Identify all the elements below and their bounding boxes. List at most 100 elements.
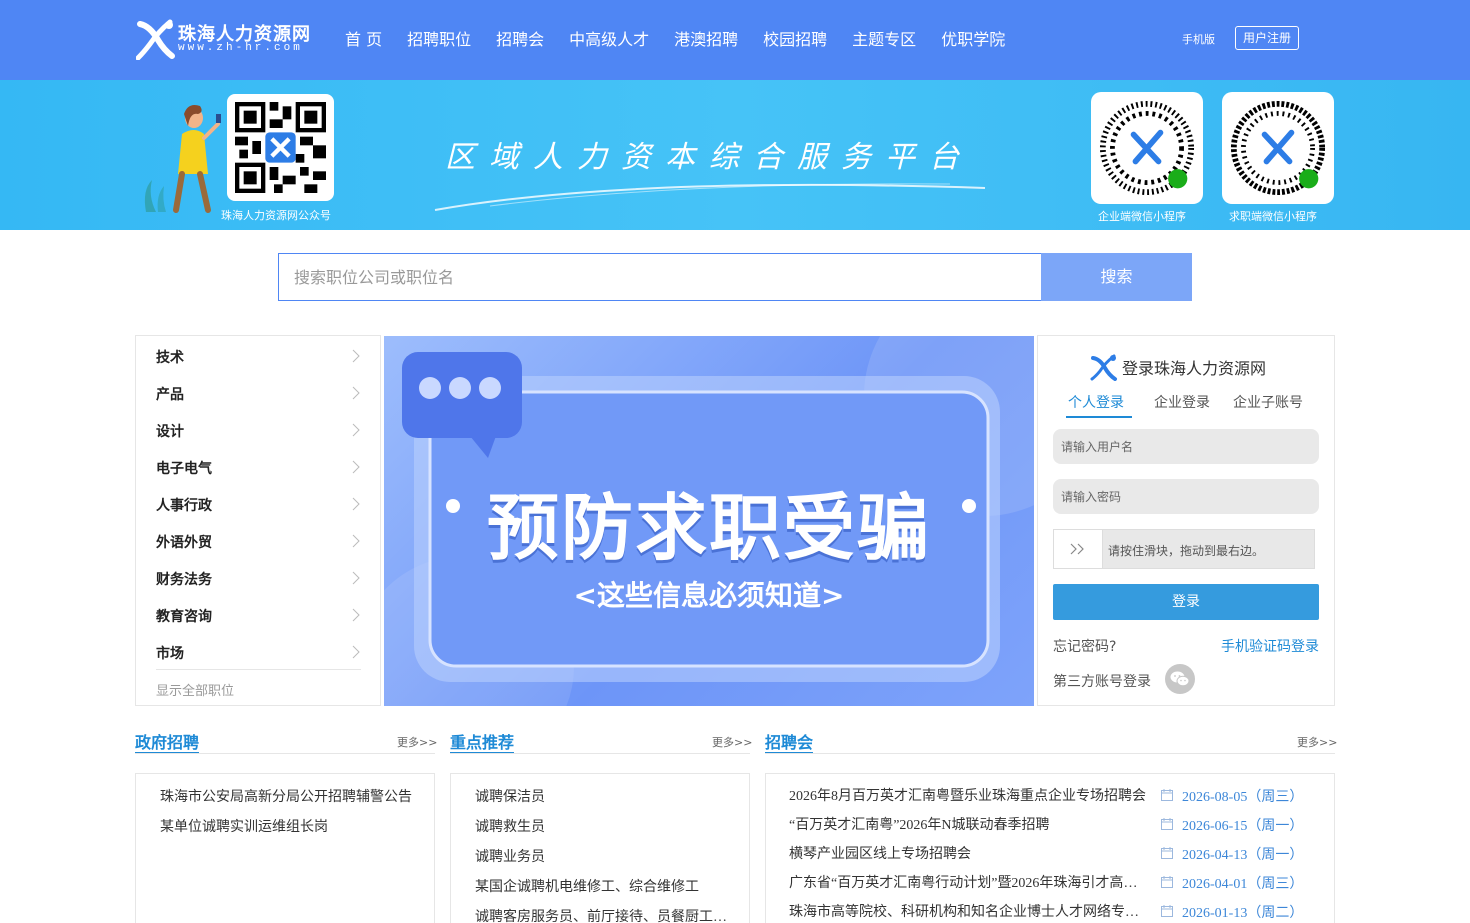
category-label: 外语外贸	[156, 535, 212, 551]
job-fairs-title[interactable]: 招聘会	[765, 729, 813, 753]
search-button[interactable]: 搜索	[1041, 253, 1192, 301]
category-tech[interactable]: 技术	[156, 347, 361, 367]
job-fairs-more-link[interactable]: 更多>>	[1297, 734, 1337, 750]
list-item[interactable]: 广东省“百万英才汇南粤行动计划”暨2026年珠海引才高校毕业生专场	[789, 872, 1139, 892]
fair-date: 2026-04-01（周三）	[1161, 873, 1303, 893]
banner-slogan: 区域人力资本综合服务平台	[445, 140, 973, 175]
tab-company-login[interactable]: 企业登录	[1154, 392, 1210, 412]
category-design[interactable]: 设计	[156, 421, 361, 441]
gov-recruit-title[interactable]: 政府招聘	[135, 729, 199, 753]
promo-subtitle: <这些信息必须知道>	[573, 579, 845, 612]
category-label: 市场	[156, 646, 184, 662]
login-logo-icon	[1090, 354, 1117, 381]
chevron-right-icon	[352, 460, 360, 474]
nav-academy[interactable]: 优职学院	[941, 26, 1005, 50]
chevron-right-icon	[352, 423, 360, 437]
nav-job-fairs[interactable]: 招聘会	[496, 26, 544, 50]
featured-more-link[interactable]: 更多>>	[712, 734, 752, 750]
chevron-right-icon	[352, 386, 360, 400]
nav-hk-macau[interactable]: 港澳招聘	[674, 26, 738, 50]
tab-sub-account-login[interactable]: 企业子账号	[1233, 392, 1303, 412]
nav-jobs[interactable]: 招聘职位	[407, 26, 471, 50]
fair-date-text: 2026-08-05（周三）	[1182, 790, 1304, 805]
fair-date: 2026-01-13（周二）	[1161, 902, 1304, 922]
nav-campus[interactable]: 校园招聘	[763, 26, 827, 50]
category-divider	[156, 669, 361, 670]
seeker-miniprogram-caption: 求职端微信小程序	[1229, 210, 1317, 223]
calendar-icon	[1161, 789, 1173, 801]
list-item[interactable]: 某国企诚聘机电维修工、综合维修工	[475, 876, 731, 896]
gov-recruit-more-link[interactable]: 更多>>	[397, 734, 437, 750]
login-submit-button[interactable]: 登录	[1053, 584, 1319, 620]
calendar-icon	[1161, 818, 1173, 830]
category-label: 教育咨询	[156, 609, 212, 625]
main-nav: 首 页 招聘职位 招聘会 中高级人才 港澳招聘 校园招聘 主题专区 优职学院	[345, 26, 1030, 50]
category-foreign-trade[interactable]: 外语外贸	[156, 532, 361, 552]
fair-date-text: 2026-01-13（周二）	[1182, 906, 1304, 921]
category-label: 人事行政	[156, 498, 212, 514]
chevron-right-icon	[352, 497, 360, 511]
forgot-password-link[interactable]: 忘记密码?	[1053, 636, 1116, 656]
list-item[interactable]: 诚聘客房服务员、前厅接待、员餐厨工、洗碗工	[475, 906, 731, 923]
category-label: 技术	[156, 350, 184, 366]
top-header: 珠海人力资源网 www.zh-hr.com 首 页 招聘职位 招聘会 中高级人才…	[0, 0, 1470, 80]
anti-fraud-promo-banner[interactable]: 预防求职受骗 <这些信息必须知道>	[384, 336, 1034, 706]
chevron-right-icon	[352, 534, 360, 548]
calendar-icon	[1161, 905, 1173, 917]
password-input[interactable]	[1053, 479, 1319, 514]
chevron-right-icon	[352, 349, 360, 363]
register-button[interactable]: 用户注册	[1235, 26, 1299, 50]
nav-senior-talent[interactable]: 中高级人才	[569, 26, 649, 50]
chevron-right-icon	[352, 571, 360, 585]
category-label: 产品	[156, 387, 184, 403]
calendar-icon	[1161, 876, 1173, 888]
fair-date-text: 2026-04-13（周一）	[1182, 848, 1304, 863]
qr-code-icon	[235, 102, 326, 193]
list-item[interactable]: 诚聘救生员	[475, 816, 731, 836]
list-item[interactable]: 珠海市高等院校、科研机构和知名企业博士人才网络专场招聘会	[789, 901, 1139, 921]
miniprogram-code-icon	[1230, 100, 1326, 196]
fair-date: 2026-04-13（周一）	[1161, 844, 1304, 864]
wechat-login-icon[interactable]	[1165, 664, 1195, 694]
job-category-menu: 技术 产品 设计 电子电气 人事行政 外语外贸 财务法务 教育咨询 市场 显示全…	[135, 335, 381, 706]
featured-list: 诚聘保洁员 诚聘救生员 诚聘业务员 某国企诚聘机电维修工、综合维修工 诚聘客房服…	[450, 773, 750, 923]
search-input[interactable]	[278, 253, 1042, 301]
tab-personal-login[interactable]: 个人登录	[1068, 392, 1124, 412]
nav-topics[interactable]: 主题专区	[852, 26, 916, 50]
list-item[interactable]: “百万英才汇南粤”2026年N城联动春季招聘	[789, 814, 1147, 834]
list-item[interactable]: 诚聘保洁员	[475, 786, 731, 806]
show-all-jobs-link[interactable]: 显示全部职位	[156, 680, 234, 699]
fair-date-text: 2026-06-15（周一）	[1182, 819, 1304, 834]
username-input[interactable]	[1053, 429, 1319, 464]
list-item[interactable]: 诚聘业务员	[475, 846, 731, 866]
category-hr-admin[interactable]: 人事行政	[156, 495, 361, 515]
site-logo[interactable]: 珠海人力资源网 www.zh-hr.com	[136, 18, 322, 62]
section-rule	[450, 753, 750, 754]
list-item[interactable]: 横琴产业园区线上专场招聘会	[789, 843, 1147, 863]
sms-login-link[interactable]: 手机验证码登录	[1221, 636, 1319, 656]
nav-home[interactable]: 首 页	[345, 26, 382, 50]
list-item[interactable]: 2026年8月百万英才汇南粤暨乐业珠海重点企业专场招聘会	[789, 785, 1147, 805]
category-marketing[interactable]: 市场	[156, 643, 361, 663]
logo-x-icon	[136, 19, 175, 60]
mobile-version-link[interactable]: 手机版	[1182, 31, 1215, 47]
job-fairs-list: 2026年8月百万英才汇南粤暨乐业珠海重点企业专场招聘会 2026-08-05（…	[765, 773, 1335, 923]
login-title: 登录珠海人力资源网	[1122, 359, 1267, 378]
list-item[interactable]: 某单位诚聘实训运维组长岗	[160, 816, 426, 836]
hero-banner: 珠海人力资源网公众号 区域人力资本综合服务平台 企业端微信小程序 求职端微信小程…	[0, 80, 1470, 230]
category-education[interactable]: 教育咨询	[156, 606, 361, 626]
category-label: 财务法务	[156, 572, 212, 588]
person-illustration-icon	[144, 105, 221, 213]
category-label: 设计	[156, 424, 184, 440]
category-electronics[interactable]: 电子电气	[156, 458, 361, 478]
chevron-right-icon	[352, 608, 360, 622]
promo-title: 预防求职受骗	[486, 486, 931, 570]
featured-title[interactable]: 重点推荐	[450, 729, 514, 753]
category-product[interactable]: 产品	[156, 384, 361, 404]
third-party-login-label: 第三方账号登录	[1053, 674, 1151, 690]
category-finance-legal[interactable]: 财务法务	[156, 569, 361, 589]
slogan-swoosh-icon	[434, 183, 986, 211]
slider-handle[interactable]	[1054, 530, 1103, 568]
double-chevron-right-icon	[1070, 543, 1084, 555]
list-item[interactable]: 珠海市公安局高新分局公开招聘辅警公告	[160, 786, 426, 806]
